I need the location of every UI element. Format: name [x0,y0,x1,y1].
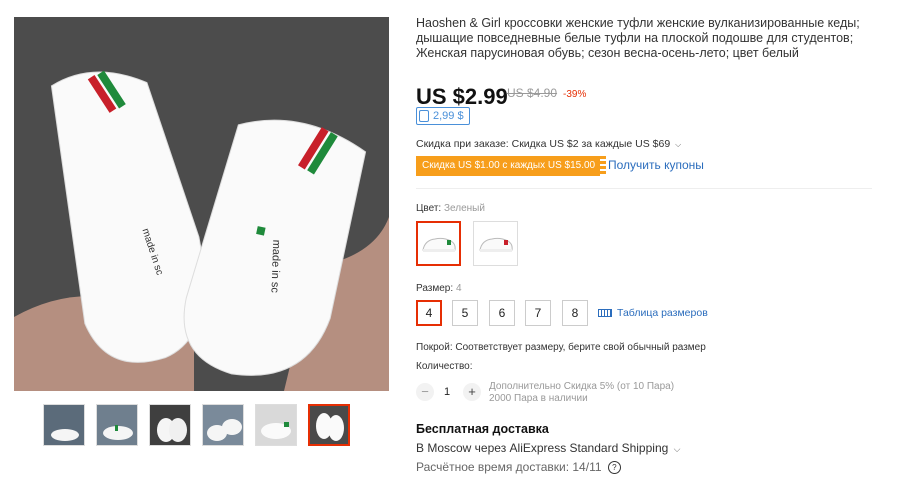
product-title: Haoshen & Girl кроссовки женские туфли ж… [416,16,860,60]
quantity-value[interactable]: 1 [444,386,450,398]
shipping-title: Бесплатная доставка [416,422,549,436]
sneaker-photo: made in sc made in sc [14,17,389,391]
size-option-6[interactable]: 6 [489,300,515,326]
color-label: Цвет: Зеленый [416,203,485,214]
size-chart-label: Таблица размеров [617,307,708,319]
size-chart-link[interactable]: Таблица размеров [598,307,708,319]
main-product-image[interactable]: made in sc made in sc [14,17,389,391]
size-option-5[interactable]: 5 [452,300,478,326]
discount-badge: -39% [563,89,587,100]
stock-text: 2000 Пара в наличии [489,393,588,404]
thumbnail-6-selected[interactable] [308,404,350,446]
ruler-icon [598,309,612,317]
order-discount-text: Скидка при заказе: Скидка US $2 за кажды… [416,138,671,150]
coins-badge[interactable]: 2,99 $ [416,107,470,125]
color-value: Зеленый [443,203,485,214]
fit-info: Покрой: Соответствует размеру, берите св… [416,342,706,353]
quantity-note: Дополнительно Скидка 5% (от 10 Пара) 200… [489,381,674,405]
size-option-8[interactable]: 8 [562,300,588,326]
thumbnail-5[interactable] [255,404,297,446]
shipping-route[interactable]: В Moscow через AliExpress Standard Shipp… [416,441,680,455]
size-label-text: Размер: [416,283,454,294]
color-option-green[interactable] [416,221,461,266]
old-price: US $4.90 [507,86,558,100]
color-label-text: Цвет: [416,203,442,214]
color-option-red[interactable] [473,221,518,266]
thumbnail-2[interactable] [96,404,138,446]
thumbnail-strip [43,404,350,446]
phone-icon [419,110,429,122]
size-option-4[interactable]: 4 [416,300,442,326]
shipping-route-text: В Moscow через AliExpress Standard Shipp… [416,441,669,455]
coins-value: 2,99 $ [433,110,464,122]
thumbnail-3[interactable] [149,404,191,446]
quantity-increase-button[interactable]: + [463,383,481,401]
divider [416,188,872,189]
shoe-green-thumbnail [421,237,456,252]
svg-text:made in sc: made in sc [268,240,282,294]
size-value: 4 [455,283,462,294]
get-coupons-link[interactable]: Получить купоны [608,158,704,172]
size-option-7[interactable]: 7 [525,300,551,326]
thumbnail-4[interactable] [202,404,244,446]
size-label: Размер: 4 [416,283,462,294]
help-icon[interactable]: ? [607,461,621,474]
chevron-down-icon: ⌵ [673,444,681,454]
quantity-label: Количество: [416,361,473,372]
delivery-time-text: Расчётное время доставки: 14/11 [416,460,602,474]
coupon-badge[interactable]: Скидка US $1.00 с каждых US $15.00 [416,156,607,176]
shoe-red-thumbnail [478,237,513,252]
quantity-decrease-button[interactable]: − [416,383,434,401]
thumbnail-1[interactable] [43,404,85,446]
chevron-down-icon: ⌵ [675,140,682,149]
delivery-time: Расчётное время доставки: 14/11 ? [416,460,621,474]
bulk-discount-text: Дополнительно Скидка 5% (от 10 Пара) [489,381,675,392]
order-discount[interactable]: Скидка при заказе: Скидка US $2 за кажды… [416,138,681,150]
